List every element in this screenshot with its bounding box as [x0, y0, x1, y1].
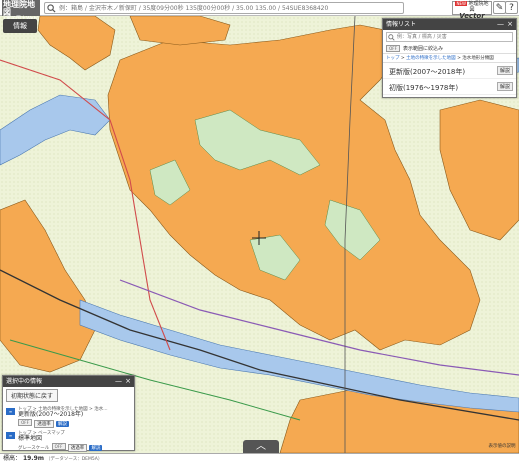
question-icon[interactable]: ?	[505, 1, 518, 14]
chevron-up-icon[interactable]: ︿	[243, 440, 279, 454]
search-icon	[388, 34, 395, 41]
vector-button[interactable]: NEW 地理院地図 Vector	[452, 1, 492, 20]
breadcrumb-top[interactable]: トップ	[386, 56, 400, 61]
selected-item-name: 標準地図	[18, 434, 43, 442]
list-item[interactable]: 初版(1976〜1978年) 解説	[383, 79, 516, 95]
terrace-area-top	[129, 15, 231, 46]
list-item[interactable]: 更新版(2007〜2018年) 解説	[383, 63, 516, 79]
list-item-label: 初版(1976〜1978年)	[389, 84, 459, 92]
transparency-button[interactable]: 透過率	[34, 419, 54, 428]
info-list-header: 情報リスト — ×	[383, 19, 516, 30]
app-logo[interactable]: 地理院地図 (電子国土Web)	[2, 0, 40, 22]
info-button[interactable]: 情報	[3, 19, 37, 33]
grayscale-label: グレースケール	[18, 445, 50, 451]
explain-button[interactable]: 解説	[89, 444, 103, 451]
explain-button[interactable]: 解説	[496, 82, 513, 91]
layer-icon: ≡	[6, 431, 15, 439]
layer-toggle[interactable]: OFF	[18, 419, 32, 427]
info-list-title: 情報リスト	[386, 21, 417, 28]
info-list-search-input[interactable]	[397, 33, 507, 41]
minimize-icon[interactable]: —	[115, 376, 122, 387]
elevation-source: （データソース：DEM5A）	[45, 457, 103, 462]
explain-button[interactable]: 解説	[55, 420, 69, 427]
reset-button[interactable]: 初期状態に戻す	[6, 389, 59, 402]
selected-info-title: 選択中の情報	[6, 378, 43, 385]
logo-title: 地理院地図	[3, 0, 35, 17]
selected-info-panel: 選択中の情報 — × 初期状態に戻す ≡ トップ > 土地の特徴を示した地図 >…	[2, 375, 135, 452]
top-bar: 地理院地図 (電子国土Web) NEW 地理院地図 Vector ✎ ?	[0, 0, 519, 22]
list-item-label: 更新版(2007〜2018年)	[389, 68, 466, 76]
breadcrumb-land[interactable]: 土地の特徴を示した地図	[406, 56, 456, 61]
breadcrumb: トップ > 土地の特徴を示した地図 > 治水地形分類図	[383, 53, 516, 63]
transparency-button[interactable]: 透過率	[67, 443, 88, 452]
selected-item[interactable]: ≡ トップ > ベースマップ 標準地図 グレースケール OFF 透過率 解説	[6, 430, 131, 452]
selected-item-name: 更新版(2007〜2018年)	[18, 411, 84, 418]
search-box[interactable]	[44, 2, 404, 14]
search-input[interactable]	[59, 3, 399, 13]
close-icon[interactable]: ×	[507, 19, 513, 30]
filter-toggle[interactable]: OFF	[386, 45, 400, 52]
legend-link[interactable]: 表示値の説明	[486, 443, 518, 449]
layer-icon: ≡	[6, 408, 15, 415]
grayscale-toggle[interactable]: OFF	[51, 443, 66, 451]
filter-label: 表示範囲に絞込み	[403, 46, 444, 52]
search-icon[interactable]	[47, 4, 56, 13]
vector-label-small: 地理院地図	[468, 1, 489, 13]
new-badge: NEW	[455, 1, 467, 6]
filter-row: OFF 表示範囲に絞込み	[383, 44, 516, 53]
close-icon[interactable]: ×	[125, 376, 131, 387]
selected-item[interactable]: ≡ トップ > 土地の特徴を示した地図 > 治水... 更新版(2007〜201…	[6, 406, 131, 428]
breadcrumb-current: 治水地形分類図	[462, 56, 494, 61]
explain-button[interactable]: 解説	[496, 66, 513, 75]
info-list-panel: 情報リスト — × OFF 表示範囲に絞込み トップ > 土地の特徴を示した地図…	[382, 18, 517, 98]
selected-info-header: 選択中の情報 — ×	[3, 376, 134, 387]
info-list-search[interactable]	[386, 32, 513, 42]
status-bar: 標高： 19.9m （データソース：DEM5A）	[0, 453, 519, 463]
elevation-label: 標高：	[3, 455, 22, 462]
elevation-value: 19.9m	[22, 455, 44, 462]
minimize-icon[interactable]: —	[497, 19, 504, 30]
